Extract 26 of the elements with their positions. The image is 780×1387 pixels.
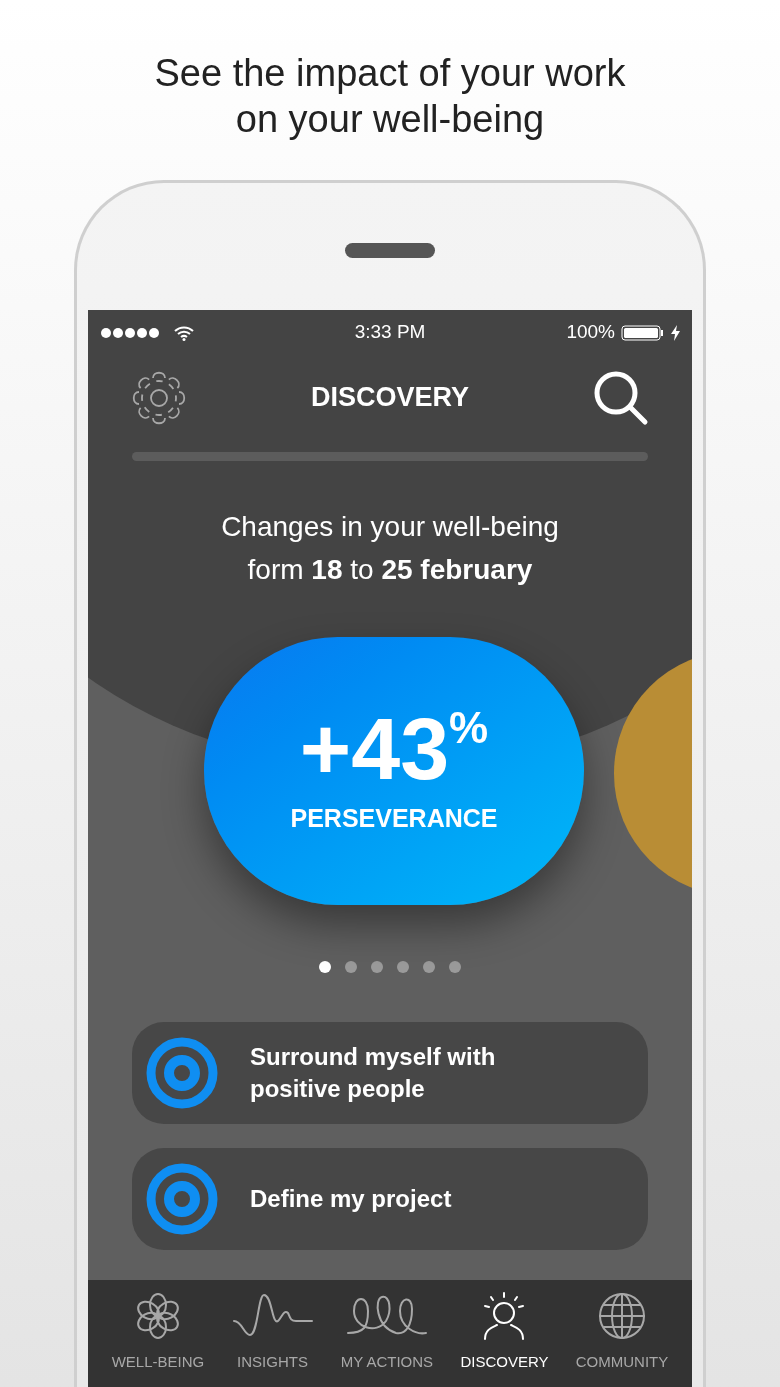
headline: See the impact of your work on your well-being xyxy=(153,51,627,142)
status-time: 3:33 PM xyxy=(354,320,426,345)
charging-icon xyxy=(671,324,680,341)
action-title: Define my project xyxy=(250,1184,452,1214)
tab-button[interactable]: COMMUNITY xyxy=(575,1290,669,1373)
battery-icon xyxy=(621,324,665,341)
action-title: Surround myself with positive people xyxy=(250,1042,497,1104)
action-card[interactable]: Define my project xyxy=(132,1148,648,1250)
summary-text: Changes in your well-being xyxy=(221,510,559,544)
tab-button[interactable]: WELL-BEING xyxy=(111,1290,205,1373)
tab-button[interactable]: MY ACTIONS xyxy=(340,1290,434,1373)
stat-card[interactable]: +43% PERSEVERANCE xyxy=(204,637,584,905)
summary-text: form 18 to 25 february xyxy=(247,553,533,587)
tab-button[interactable]: INSIGHTS xyxy=(231,1290,314,1373)
globe-icon xyxy=(597,1290,648,1341)
target-icon xyxy=(146,1037,218,1109)
battery-percent: 100% xyxy=(566,320,615,345)
stat-unit: % xyxy=(449,704,489,753)
target-icon xyxy=(146,1163,218,1235)
tab-button[interactable]: DISCOVERY xyxy=(460,1290,549,1373)
signal-icon xyxy=(100,326,160,339)
wifi-icon xyxy=(174,324,194,341)
action-card[interactable]: Surround myself with positive people xyxy=(132,1022,648,1124)
stat-value: +43 xyxy=(299,704,450,795)
stat-label: PERSEVERANCE xyxy=(290,803,498,835)
screen-title: DISCOVERY xyxy=(310,381,469,415)
